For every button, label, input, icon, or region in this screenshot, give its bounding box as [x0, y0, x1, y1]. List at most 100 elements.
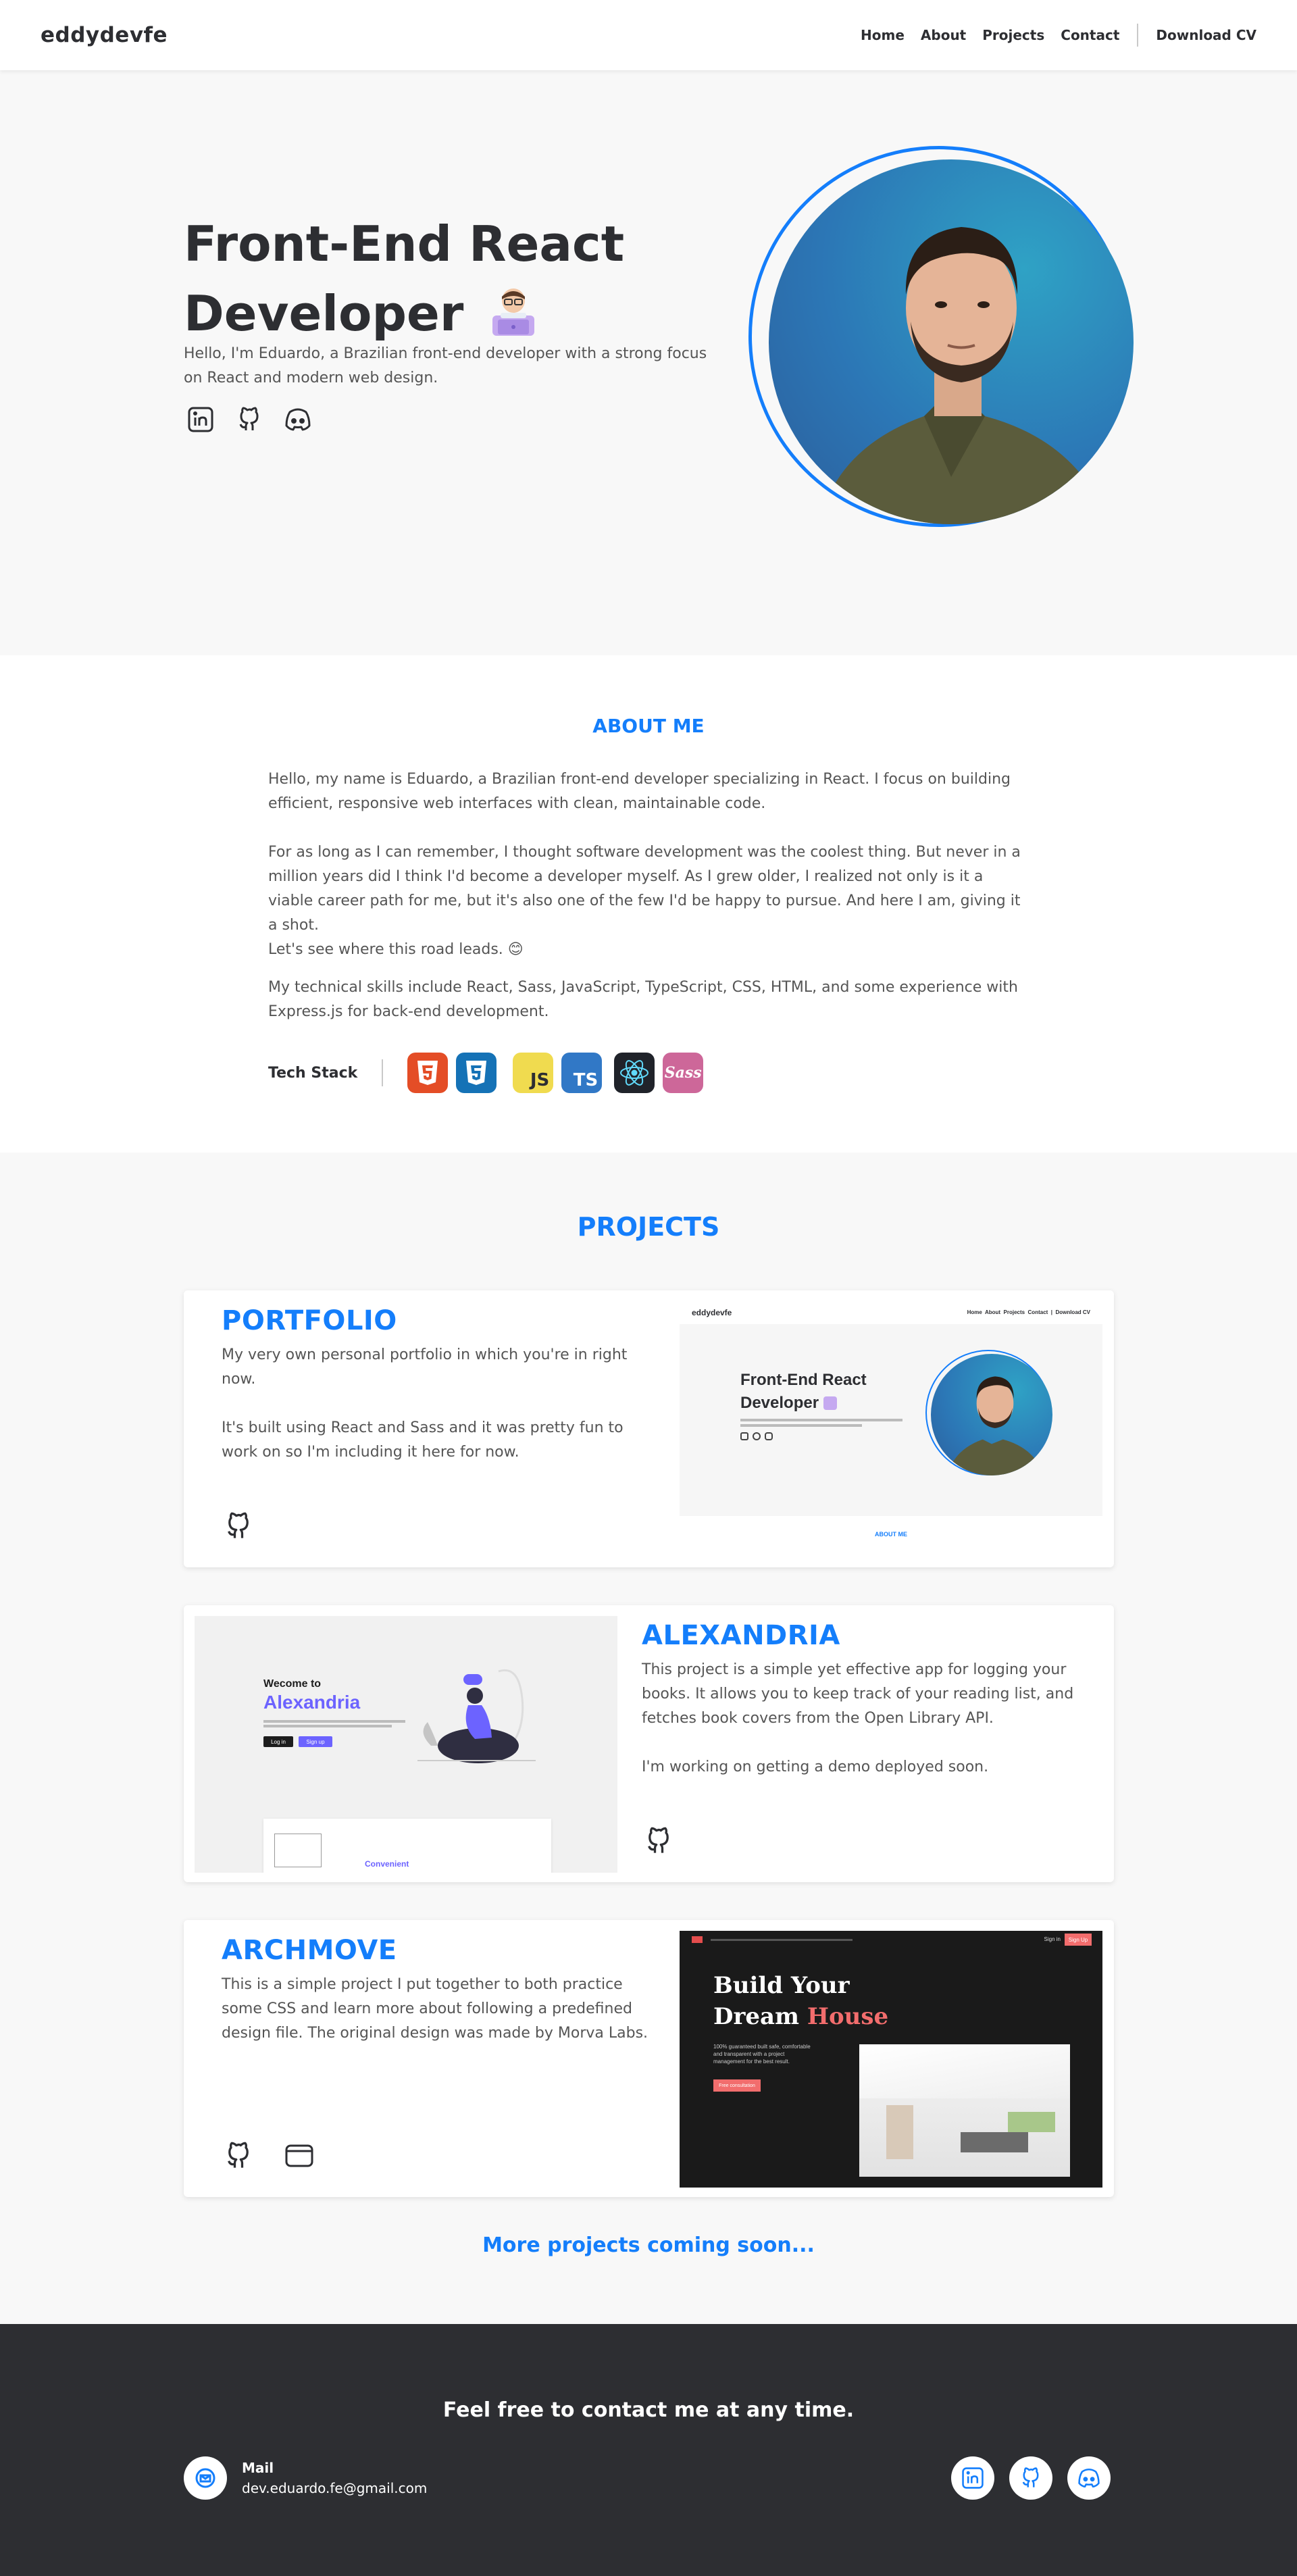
css3-icon — [456, 1053, 497, 1093]
tech-stack-divider — [382, 1059, 384, 1086]
mini-house-photo — [859, 2044, 1070, 2177]
project-description-1: My very own personal portfolio in which … — [222, 1346, 628, 1388]
mini-desk — [961, 2132, 1028, 2152]
mail-address[interactable]: dev.eduardo.fe@gmail.com — [242, 2480, 427, 2496]
about-paragraph-1: Hello, my name is Eduardo, a Brazilian f… — [268, 771, 1011, 812]
project-links — [222, 1509, 255, 1543]
discord-icon[interactable] — [1067, 2456, 1111, 2500]
mail-contact: Mail dev.eduardo.fe@gmail.com — [184, 2456, 427, 2500]
mini-emoji-icon — [823, 1396, 837, 1410]
nav-contact[interactable]: Contact — [1061, 27, 1119, 43]
project-card-archmove: ARCHMOVE This is a simple project I put … — [184, 1920, 1114, 2197]
mini-logo: eddydevfe — [692, 1308, 732, 1317]
project-links — [642, 1824, 676, 1858]
hero-title-line1: Front-End React — [184, 216, 625, 272]
mini-signin-link: Sign in — [1044, 1936, 1061, 1942]
github-icon[interactable] — [232, 403, 266, 436]
mini-archmove-nav — [711, 1939, 853, 1941]
mini-feature-card: Convenient — [263, 1819, 551, 1873]
about-section: ABOUT ME Hello, my name is Eduardo, a Br… — [0, 655, 1297, 1153]
sass-icon: Sass — [663, 1053, 704, 1093]
main-nav: Home About Projects Contact Download CV — [861, 24, 1256, 47]
project-title: PORTFOLIO — [222, 1305, 397, 1336]
more-projects-note: More projects coming soon... — [482, 2233, 815, 2257]
mini-hero-title-line1: Front-End React — [740, 1371, 867, 1389]
hero-social-links — [184, 403, 315, 436]
about-paragraph-4: My technical skills include React, Sass,… — [268, 979, 1018, 1020]
project-card-alexandria: Wecome to Alexandria Log in Sign up Conv… — [184, 1605, 1114, 1882]
mini-consultation-button: Free consultation — [713, 2079, 761, 2092]
footer-social-links — [951, 2456, 1111, 2500]
html5-icon — [407, 1053, 449, 1093]
project-description-2: I'm working on getting a demo deployed s… — [642, 1759, 989, 1775]
github-icon[interactable] — [222, 1509, 255, 1543]
projects-section: PROJECTS PORTFOLIO My very own personal … — [0, 1153, 1297, 2324]
project-title: ARCHMOVE — [222, 1935, 397, 1966]
technologist-emoji-icon — [492, 288, 535, 336]
projects-title: PROJECTS — [577, 1212, 720, 1242]
mini-archmove-logo — [692, 1936, 703, 1943]
mini-about-title: ABOUT ME — [875, 1531, 907, 1538]
project-screenshot-portfolio: eddydevfe Home About Projects Contact | … — [680, 1301, 1102, 1558]
mini-linkedin-icon — [740, 1432, 748, 1440]
project-description-1: This project is a simple yet effective a… — [642, 1661, 1074, 1727]
mini-signup-button: Sign Up — [1065, 1934, 1092, 1946]
mini-hero: Front-End React Developer — [680, 1324, 1102, 1516]
mini-title-house: House — [807, 2003, 889, 2030]
mini-hero-title: Front-End React Developer — [740, 1369, 867, 1415]
mini-social — [740, 1432, 774, 1440]
mini-app-name: Alexandria — [263, 1692, 361, 1713]
github-icon[interactable] — [642, 1824, 676, 1858]
mini-desc-line — [740, 1424, 862, 1427]
mini-login-button: Log in — [263, 1736, 293, 1747]
download-cv-link[interactable]: Download CV — [1156, 27, 1256, 43]
react-icon — [614, 1053, 655, 1093]
nav-about[interactable]: About — [921, 27, 966, 43]
mini-ceiling — [859, 2044, 1070, 2098]
mini-title-dream: Dream — [713, 2003, 807, 2030]
mini-archmove-title: Build Your Dream House — [713, 1970, 888, 2032]
tech-stack: Tech Stack JS TS Sass — [268, 1053, 711, 1093]
project-card-portfolio: PORTFOLIO My very own personal portfolio… — [184, 1290, 1114, 1567]
reading-illustration — [417, 1669, 536, 1763]
linkedin-icon[interactable] — [184, 403, 218, 436]
mail-label: Mail — [242, 2460, 274, 2476]
site-footer: Feel free to contact me at any time. Mai… — [0, 2324, 1297, 2576]
linkedin-icon[interactable] — [951, 2456, 994, 2500]
mini-window — [1008, 2112, 1055, 2132]
project-description-1: This is a simple project I put together … — [222, 1976, 648, 2042]
mail-icon[interactable] — [184, 2456, 227, 2500]
hero-description: Hello, I'm Eduardo, a Brazilian front-en… — [184, 345, 707, 386]
mini-convenient-label: Convenient — [365, 1859, 409, 1869]
tech-stack-label: Tech Stack — [268, 1064, 358, 1082]
mini-shelf — [886, 2105, 913, 2159]
browser-window-icon[interactable] — [282, 2139, 316, 2173]
mini-avatar — [931, 1354, 1052, 1475]
github-icon[interactable] — [222, 2139, 255, 2173]
about-title: ABOUT ME — [592, 715, 705, 737]
nav-projects[interactable]: Projects — [982, 27, 1044, 43]
mini-chart-illustration — [274, 1834, 322, 1867]
project-screenshot-alexandria: Wecome to Alexandria Log in Sign up Conv… — [195, 1616, 617, 1873]
about-paragraph-3: Let's see where this road leads. 😊 — [268, 941, 524, 958]
javascript-icon: JS — [513, 1053, 554, 1093]
mini-title-line1: Build Your — [713, 1972, 850, 1999]
profile-photo — [769, 159, 1134, 524]
mini-nav: Home About Projects Contact | Download C… — [967, 1309, 1090, 1315]
mini-desc-line — [263, 1725, 392, 1727]
project-title: ALEXANDRIA — [642, 1620, 840, 1651]
site-logo[interactable]: eddydevfe — [41, 23, 168, 47]
discord-icon[interactable] — [281, 403, 315, 436]
mini-github-icon — [753, 1432, 761, 1440]
mini-signup-button: Sign up — [299, 1736, 332, 1747]
nav-divider — [1137, 24, 1139, 47]
hero-section: Front-End React Developer Hello, I'm Edu… — [0, 70, 1297, 655]
github-icon[interactable] — [1009, 2456, 1052, 2500]
mini-desc-line — [263, 1720, 405, 1723]
nav-home[interactable]: Home — [861, 27, 905, 43]
mini-archmove-text: 100% guaranteed built safe, comfortable … — [713, 2044, 811, 2065]
mini-discord-icon — [765, 1432, 773, 1440]
mini-desc-line — [740, 1419, 902, 1421]
mini-welcome: Wecome to — [263, 1678, 322, 1690]
project-description-2: It's built using React and Sass and it w… — [222, 1419, 624, 1461]
